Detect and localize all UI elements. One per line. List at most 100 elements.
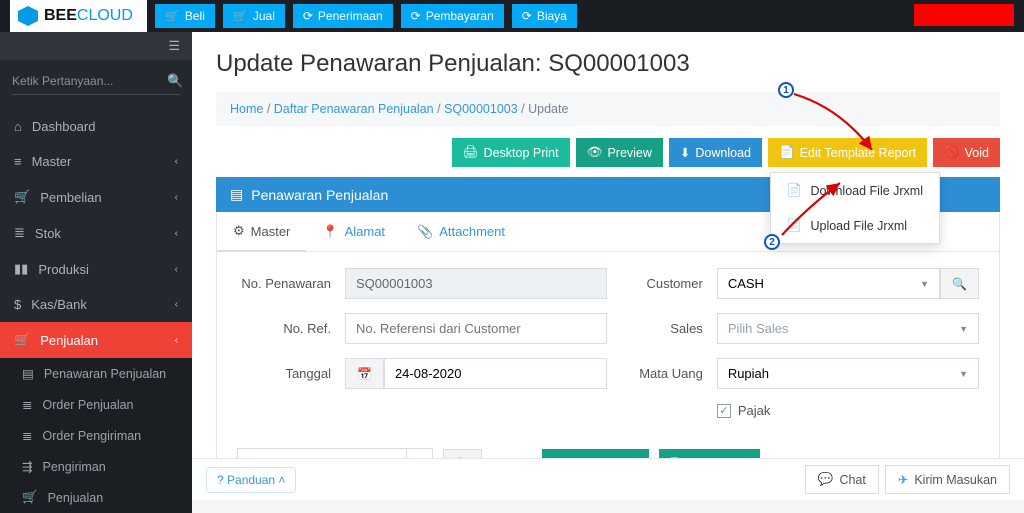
sidebar-item-dashboard[interactable]: ⌂Dashboard xyxy=(0,109,192,144)
file-icon: 📄 xyxy=(787,183,803,198)
topnav-pembayaran-button[interactable]: ⟳Pembayaran xyxy=(401,4,504,28)
sidebar: ☰ 🔍 ⌂Dashboard ≡Master‹ 🛒Pembelian‹ ≣Sto… xyxy=(0,32,192,500)
breadcrumb-home[interactable]: Home xyxy=(230,102,263,116)
chevron-up-icon: ˄ xyxy=(278,473,285,487)
tanggal-input[interactable] xyxy=(384,358,607,389)
download-jrxml-item[interactable]: 📄Download File Jrxml xyxy=(771,173,939,208)
sidebar-item-penjualan[interactable]: 🛒Penjualan‹ xyxy=(0,322,192,358)
sales-label: Sales xyxy=(627,321,717,336)
brand-logo[interactable]: BEECLOUD xyxy=(10,0,147,32)
stock-icon: ≣ xyxy=(14,225,25,241)
database-icon: ≡ xyxy=(14,154,22,169)
sidebar-item-master[interactable]: ≡Master‹ xyxy=(0,144,192,179)
file-icon: 📄 xyxy=(779,145,795,160)
expense-icon: ⟳ xyxy=(522,9,532,23)
form-area: No. Penawaran Customer CASH▼ 🔍 No. Ref. xyxy=(217,252,999,448)
help-icon: ? xyxy=(217,473,224,487)
sidebar-search[interactable]: 🔍 xyxy=(12,68,180,95)
topnav-biaya-button[interactable]: ⟳Biaya xyxy=(512,4,577,28)
breadcrumb: Home / Daftar Penawaran Penjualan / SQ00… xyxy=(216,92,1000,126)
send-icon: ✈ xyxy=(898,472,908,487)
sidebar-sub-order[interactable]: ≣Order Penjualan xyxy=(0,389,192,420)
paperclip-icon: 📎 xyxy=(417,224,433,240)
sidebar-sub-penjualan[interactable]: 🛒Penjualan xyxy=(0,482,192,513)
no-ref-input[interactable] xyxy=(345,313,607,344)
sidebar-sub-penawaran[interactable]: ▤Penawaran Penjualan xyxy=(0,358,192,389)
logo-text-2: CLOUD xyxy=(77,7,133,24)
caret-icon: ▼ xyxy=(920,279,929,289)
footer-bar: ? Panduan ˄ 💬Chat ✈Kirim Masukan xyxy=(192,458,1024,500)
redacted-user-box xyxy=(914,4,1014,26)
cart-icon: 🛒 xyxy=(14,332,30,348)
eye-icon: 👁 xyxy=(587,145,603,160)
topnav-jual-button[interactable]: 🛒Jual xyxy=(223,4,285,28)
ban-icon: 🚫 xyxy=(944,145,960,160)
tab-master[interactable]: ⚙Master xyxy=(217,212,306,252)
panel-body: ⚙Master 📍Alamat 📎Attachment No. Penawara… xyxy=(216,212,1000,496)
breadcrumb-list[interactable]: Daftar Penawaran Penjualan xyxy=(274,102,434,116)
topnav-beli-button[interactable]: 🛒Beli xyxy=(155,4,215,28)
chevron-icon: ‹ xyxy=(175,156,178,167)
pin-icon: 📍 xyxy=(322,224,338,240)
download-icon: ⬇ xyxy=(680,145,690,160)
gears-icon: ⚙ xyxy=(233,223,245,239)
search-icon: 🔍 xyxy=(167,73,183,89)
money-out-icon: ⟳ xyxy=(411,9,421,23)
sidebar-search-input[interactable] xyxy=(12,68,167,94)
chevron-icon: ‹ xyxy=(175,192,178,203)
edit-template-dropdown: 📄Download File Jrxml 📄Upload File Jrxml xyxy=(770,172,940,244)
feedback-button[interactable]: ✈Kirim Masukan xyxy=(885,465,1010,494)
breadcrumb-current: Update xyxy=(528,102,568,116)
panduan-button[interactable]: ? Panduan ˄ xyxy=(206,467,296,493)
sidebar-item-stok[interactable]: ≣Stok‹ xyxy=(0,215,192,251)
sidebar-item-produksi[interactable]: ▮▮Produksi‹ xyxy=(0,251,192,287)
desktop-print-button[interactable]: 🖨Desktop Print xyxy=(452,138,570,167)
customer-select[interactable]: CASH▼ xyxy=(717,268,940,299)
doc-icon: ▤ xyxy=(22,366,34,381)
sidebar-sub-order-pengiriman[interactable]: ≣Order Pengiriman xyxy=(0,420,192,451)
list-icon: ≣ xyxy=(22,397,32,412)
preview-button[interactable]: 👁Preview xyxy=(576,138,663,167)
logo-hex-icon xyxy=(18,6,38,26)
sidebar-item-kasbank[interactable]: $Kas/Bank‹ xyxy=(0,287,192,322)
cart-icon: 🛒 xyxy=(233,9,248,23)
no-penawaran-input xyxy=(345,268,607,299)
mata-uang-select[interactable]: Rupiah▼ xyxy=(717,358,979,389)
topnav-penerimaan-button[interactable]: ⟳Penerimaan xyxy=(293,4,393,28)
chat-button[interactable]: 💬Chat xyxy=(805,465,879,494)
tanggal-label: Tanggal xyxy=(237,366,345,381)
upload-jrxml-item[interactable]: 📄Upload File Jrxml xyxy=(771,208,939,243)
pajak-checkbox[interactable]: ✓ Pajak xyxy=(717,403,771,418)
customer-search-button[interactable]: 🔍 xyxy=(940,268,979,299)
breadcrumb-id[interactable]: SQ00001003 xyxy=(444,102,518,116)
mata-uang-label: Mata Uang xyxy=(627,366,717,381)
sidebar-toggle[interactable]: ☰ xyxy=(0,32,192,60)
cart-icon: 🛒 xyxy=(14,189,30,205)
annotation-step-2: 2 xyxy=(764,234,780,250)
cart-icon: 🛒 xyxy=(22,490,38,505)
sidebar-subnav: ▤Penawaran Penjualan ≣Order Penjualan ≣O… xyxy=(0,358,192,513)
chat-icon: 💬 xyxy=(818,472,834,487)
logo-text-1: BEE xyxy=(44,7,77,24)
chart-icon: ▮▮ xyxy=(14,261,28,277)
sales-select[interactable]: Pilih Sales▼ xyxy=(717,313,979,344)
tab-alamat[interactable]: 📍Alamat xyxy=(306,212,401,251)
home-icon: ⌂ xyxy=(14,119,22,134)
print-icon: 🖨 xyxy=(463,145,479,160)
topbar: BEECLOUD 🛒Beli 🛒Jual ⟳Penerimaan ⟳Pembay… xyxy=(0,0,1024,32)
download-button[interactable]: ⬇Download xyxy=(669,138,762,167)
no-penawaran-label: No. Penawaran xyxy=(237,276,345,291)
sidebar-item-pembelian[interactable]: 🛒Pembelian‹ xyxy=(0,179,192,215)
calendar-button[interactable]: 📅 xyxy=(345,358,384,389)
void-button[interactable]: 🚫Void xyxy=(933,138,1000,167)
caret-icon: ▼ xyxy=(959,324,968,334)
customer-label: Customer xyxy=(627,276,717,291)
edit-template-button[interactable]: 📄Edit Template Report xyxy=(768,138,927,167)
check-icon: ✓ xyxy=(717,404,731,418)
tab-attachment[interactable]: 📎Attachment xyxy=(401,212,521,251)
annotation-step-1: 1 xyxy=(778,82,794,98)
money-in-icon: ⟳ xyxy=(303,9,313,23)
chevron-icon: ‹ xyxy=(175,228,178,239)
sidebar-sub-pengiriman[interactable]: ⇶Pengiriman xyxy=(0,451,192,482)
menu-icon: ☰ xyxy=(168,38,180,53)
